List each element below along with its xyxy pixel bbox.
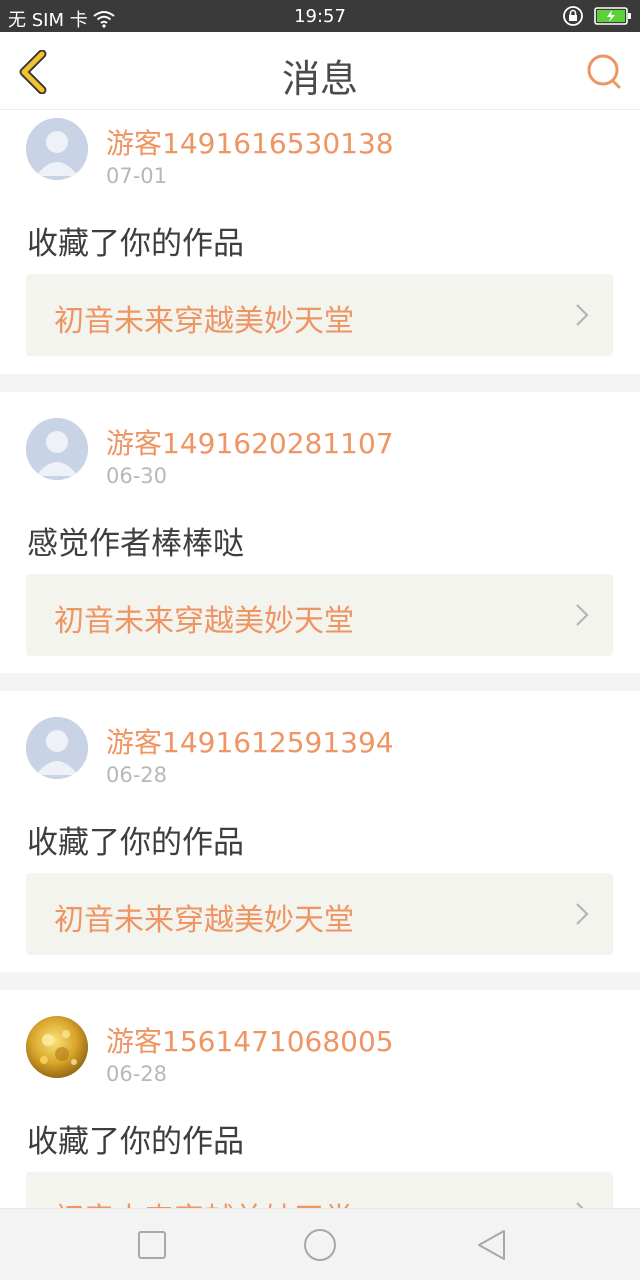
rotation-lock-icon (562, 5, 584, 27)
work-title: 初音未来穿越美妙天堂 (54, 604, 354, 639)
message-text: 收藏了你的作品 (27, 825, 244, 861)
app-header: 消息 (0, 32, 640, 110)
recent-apps-icon (138, 1231, 166, 1259)
message-feed[interactable]: 游客1491616530138 07-01 收藏了你的作品 初音未来穿越美妙天堂… (0, 111, 640, 1208)
home-button[interactable] (302, 1227, 338, 1263)
default-avatar-icon (26, 118, 88, 180)
message-card: 游客1491616530138 07-01 收藏了你的作品 初音未来穿越美妙天堂 (0, 111, 640, 374)
battery-charging-icon (594, 6, 632, 26)
work-title: 初音未来穿越美妙天堂 (54, 304, 354, 339)
work-title: 初音未来穿越美妙天堂 (54, 903, 354, 938)
default-avatar-icon (26, 418, 88, 480)
avatar[interactable] (26, 717, 88, 779)
search-icon (587, 54, 621, 89)
status-bar: 无 SIM 卡 19:57 (0, 0, 640, 32)
avatar[interactable] (26, 118, 88, 180)
avatar[interactable] (26, 418, 88, 480)
username[interactable]: 游客1491620281107 (106, 422, 394, 462)
card-separator (0, 673, 640, 691)
home-icon (304, 1229, 336, 1261)
page-title: 消息 (281, 57, 358, 101)
message-date: 06-28 (106, 763, 168, 787)
chevron-right-icon (576, 903, 589, 925)
work-link[interactable]: 初音未来穿越美妙天堂 (26, 873, 613, 955)
message-card: 游客1491620281107 06-30 感觉作者棒棒哒 初音未来穿越美妙天堂 (0, 392, 640, 674)
message-text: 收藏了你的作品 (27, 226, 244, 262)
work-title: 初音未来穿越美妙天堂 (54, 1194, 354, 1208)
status-time: 19:57 (294, 6, 346, 27)
chevron-right-icon (576, 604, 589, 626)
username[interactable]: 游客1491616530138 (106, 122, 394, 162)
chevron-right-icon (576, 1202, 584, 1208)
chevron-right-icon (576, 304, 589, 326)
search-button[interactable] (584, 52, 624, 92)
back-nav-button[interactable] (474, 1227, 510, 1263)
system-nav-bar (0, 1208, 640, 1280)
recent-apps-button[interactable] (134, 1227, 170, 1263)
work-link[interactable]: 初音未来穿越美妙天堂 (26, 1172, 613, 1208)
message-date: 06-28 (106, 1062, 168, 1086)
message-text: 收藏了你的作品 (27, 1124, 244, 1160)
message-card: 游客1561471068005 06-28 收藏了你的作品 初音未来穿越美妙天堂 (0, 990, 640, 1208)
default-avatar-icon (26, 717, 88, 779)
message-text: 感觉作者棒棒哒 (27, 526, 244, 562)
card-separator (0, 374, 640, 392)
message-card: 游客1491612591394 06-28 收藏了你的作品 初音未来穿越美妙天堂 (0, 691, 640, 973)
message-date: 06-30 (106, 464, 168, 488)
message-date: 07-01 (106, 164, 168, 188)
work-link[interactable]: 初音未来穿越美妙天堂 (26, 574, 613, 656)
work-link[interactable]: 初音未来穿越美妙天堂 (26, 274, 613, 356)
username[interactable]: 游客1491612591394 (106, 721, 394, 761)
status-right (562, 5, 632, 27)
username[interactable]: 游客1561471068005 (106, 1020, 394, 1060)
photo-avatar-icon (26, 1016, 88, 1078)
card-separator (0, 972, 640, 990)
avatar[interactable] (26, 1016, 88, 1078)
back-triangle-icon (478, 1230, 505, 1260)
